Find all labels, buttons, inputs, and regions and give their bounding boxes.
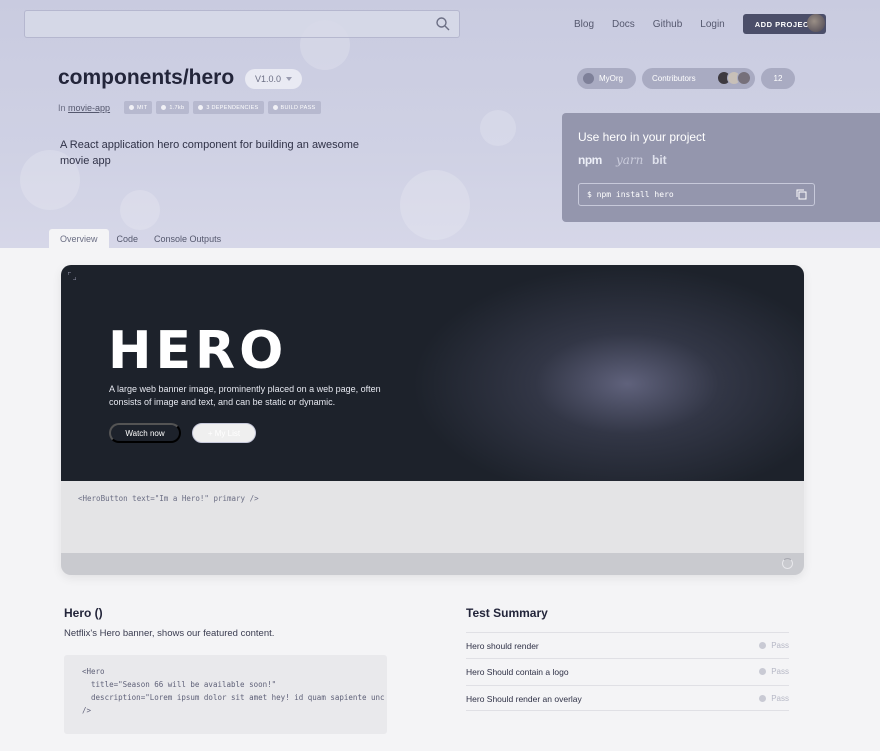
org-name: MyOrg [599,74,623,83]
preview-footer [61,553,804,575]
search-icon[interactable] [435,16,451,32]
npm-tab[interactable]: npm [578,153,602,167]
hero-description: A large web banner image, prominently pl… [109,384,381,407]
app-reference: In movie-app [58,103,110,113]
test-row: Hero Should render an overlay Pass [466,685,789,711]
install-panel: Use hero in your project npm yarn bit $ … [562,113,880,222]
expand-icon[interactable] [68,272,76,280]
tab-bar: Overview Code Console Outputs [49,229,229,248]
org-icon [583,73,594,84]
version-label: V1.0.0 [255,74,282,84]
my-list-button[interactable]: + My List [192,423,256,443]
contributors-label: Contributors [652,74,696,83]
search-input[interactable] [24,10,460,38]
test-status: Pass [759,694,789,703]
test-row: Hero should render Pass [466,632,789,658]
test-summary-title: Test Summary [466,606,548,620]
usage-snippet: <HeroButton text="Im a Hero!" primary /> [78,494,259,503]
app-link[interactable]: movie-app [68,103,110,113]
bit-tab[interactable]: bit [652,153,667,167]
test-name: Hero Should contain a logo [466,667,569,677]
watch-now-button[interactable]: Watch now [109,423,181,443]
build-icon [272,105,278,110]
tab-overview[interactable]: Overview [49,229,109,248]
org-chip[interactable]: MyOrg [577,68,636,89]
loading-icon [782,558,793,569]
nav-blog-link[interactable]: Blog [574,19,594,30]
test-status: Pass [759,667,789,676]
test-row: Hero Should contain a logo Pass [466,658,789,684]
status-dot-icon [759,695,767,702]
docs-code-example: <Hero title="Season 66 will be available… [64,655,387,734]
docs-subtitle: Netflix's Hero banner, shows our feature… [64,628,275,639]
copy-icon[interactable] [796,189,807,200]
tab-console-outputs[interactable]: Console Outputs [146,229,229,248]
test-name: Hero Should render an overlay [466,694,582,704]
license-icon [129,105,134,110]
user-avatar[interactable] [807,14,825,32]
contributors-chip[interactable]: Contributors [642,68,755,89]
hero-banner: HERO A large web banner image, prominent… [61,265,804,481]
badge-row: MIT 1.7kb 3 DEPENDENCIES BUILD PASS [124,101,321,114]
size-badge: 1.7kb [156,101,190,114]
install-heading: Use hero in your project [578,130,706,144]
top-nav: Blog Docs Github Login ADD PROJECT [574,14,826,34]
in-label: In [58,103,66,113]
hero-logo: HERO [108,321,288,381]
build-badge: BUILD PASS [267,101,321,114]
test-name: Hero should render [466,641,539,651]
contributor-avatar [737,71,751,85]
dependency-icon [198,105,204,110]
install-command: $ npm install hero [587,190,674,199]
status-dot-icon [759,668,767,675]
nav-login-link[interactable]: Login [700,19,724,30]
preview-card: HERO A large web banner image, prominent… [61,265,804,575]
header-band: Blog Docs Github Login ADD PROJECT compo… [0,0,880,248]
tab-code[interactable]: Code [109,229,147,248]
nav-docs-link[interactable]: Docs [612,19,635,30]
yarn-tab[interactable]: yarn [616,153,643,167]
version-selector[interactable]: V1.0.0 [245,69,303,89]
download-icon [161,105,167,110]
contributors-count[interactable]: 12 [761,68,795,89]
docs-title: Hero () [64,606,103,620]
dependencies-badge: 3 DEPENDENCIES [193,101,264,114]
banner-image [411,265,804,481]
chevron-down-icon [286,77,293,81]
nav-github-link[interactable]: Github [653,19,682,30]
status-dot-icon [759,642,767,649]
install-command-field[interactable]: $ npm install hero [578,183,815,206]
component-title: components/hero [58,66,235,89]
license-badge: MIT [124,101,153,114]
component-description: A React application hero component for b… [60,139,360,167]
test-status: Pass [759,641,789,650]
